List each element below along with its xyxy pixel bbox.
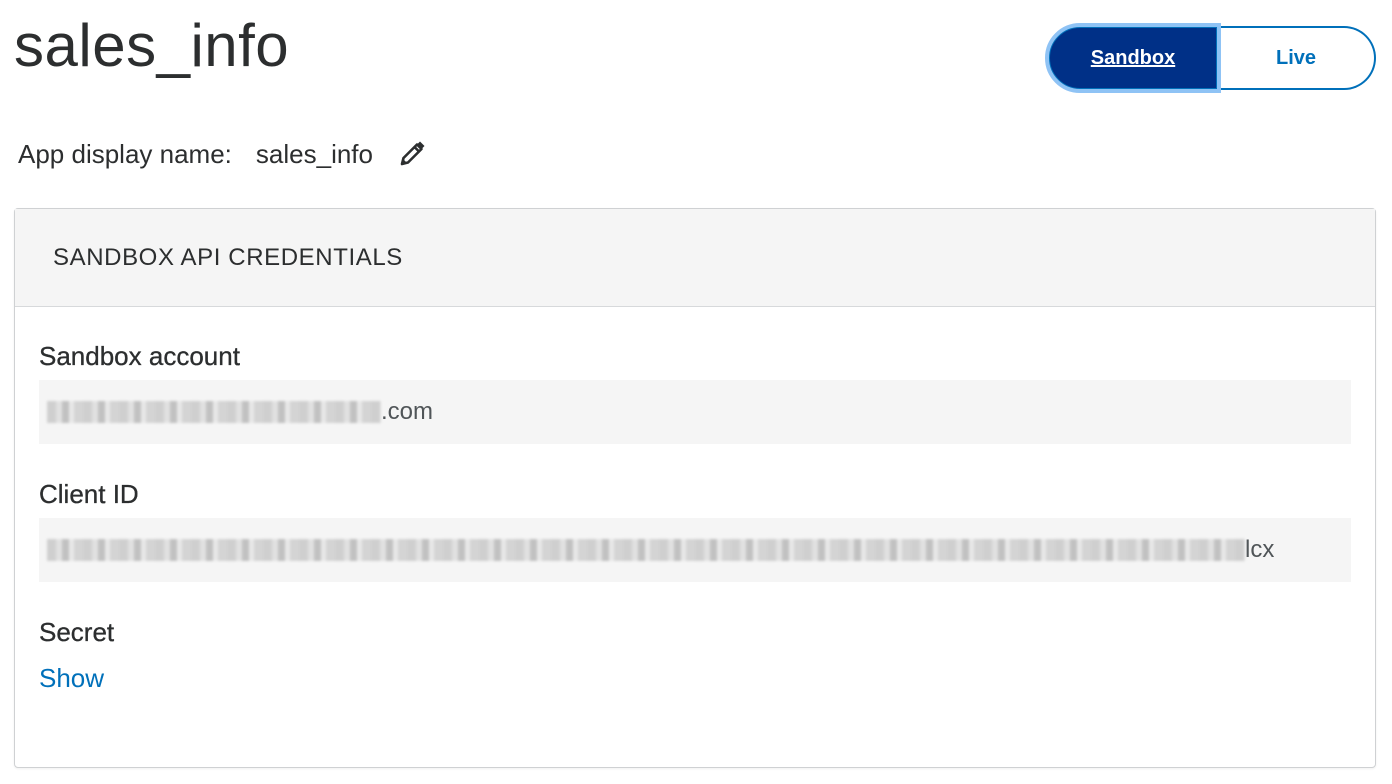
secret-label: Secret <box>39 617 115 647</box>
sandbox-account-value-suffix: .com <box>381 398 434 425</box>
show-secret-link[interactable]: Show <box>39 663 104 694</box>
credentials-card: SANDBOX API CREDENTIALS Sandbox account … <box>14 208 1376 768</box>
client-id-label: Client ID <box>39 479 139 509</box>
credentials-card-header: SANDBOX API CREDENTIALS <box>15 209 1375 307</box>
pencil-icon[interactable] <box>397 139 427 169</box>
app-display-name-label: App display name: <box>18 138 232 169</box>
app-details-page: sales_info Sandbox Live App display name… <box>0 0 1392 784</box>
app-display-name-row: App display name: sales_info <box>18 134 427 174</box>
redacted-email-text <box>47 401 381 423</box>
sandbox-account-field[interactable]: .com <box>39 380 1351 444</box>
client-id-field[interactable]: lcx <box>39 518 1351 582</box>
app-display-name-value: sales_info <box>255 138 373 169</box>
client-id-value-suffix: lcx <box>1245 536 1275 563</box>
redacted-client-id-text <box>47 539 1245 561</box>
sandbox-account-label: Sandbox account <box>39 341 240 371</box>
environment-toggle: Sandbox Live <box>1045 23 1376 93</box>
sandbox-toggle-button[interactable]: Sandbox <box>1045 23 1221 93</box>
live-toggle-button[interactable]: Live <box>1218 26 1376 90</box>
app-title: sales_info <box>14 12 290 79</box>
